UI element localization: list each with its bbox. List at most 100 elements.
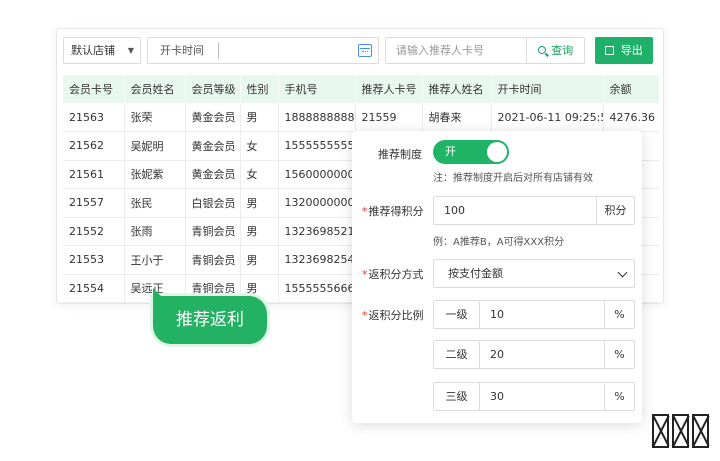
store-select-value: 默认店铺 (71, 44, 115, 57)
table-cell: 男 (239, 245, 278, 275)
table-cell: 18888888888 (277, 103, 355, 132)
col-header: 会员等级 (184, 75, 240, 103)
text-cursor (218, 43, 219, 59)
level-3-ratio-input[interactable] (480, 383, 604, 410)
table-header-row: 会员卡号 会员姓名 会员等级 性别 手机号 推荐人卡号 推荐人姓名 开卡时间 余… (63, 75, 659, 103)
export-button[interactable]: 导出 (595, 37, 653, 64)
table-cell: 13200000000 (277, 188, 355, 218)
referral-points-input[interactable] (434, 197, 594, 224)
table-cell: 13236985214 (277, 217, 355, 246)
referral-points-label-text: 推荐得积分 (368, 205, 424, 218)
table-cell: 张妮紫 (123, 160, 185, 189)
required-asterisk: * (362, 205, 368, 218)
table-cell: 黄金会员 (184, 160, 240, 189)
col-header: 推荐人姓名 (421, 75, 491, 103)
referrer-card-input[interactable] (386, 38, 526, 63)
table-cell: 白银会员 (184, 188, 240, 218)
search-icon (537, 46, 546, 54)
table-cell: 21557 (63, 188, 124, 218)
level-3-ratio-field: 三级 % (433, 382, 635, 411)
referral-points-example: 例：A推荐B，A可得XXX积分 (433, 237, 565, 248)
search-button[interactable]: 查询 (526, 38, 584, 63)
table-cell: 张民 (123, 188, 185, 218)
table-cell: 15555556666 (277, 274, 355, 303)
referral-points-label: *推荐得积分 (362, 203, 424, 219)
col-header: 会员姓名 (123, 75, 185, 103)
referral-system-label: 推荐制度 (378, 148, 422, 161)
return-method-value: 按支付金额 (448, 267, 503, 280)
open-date-range-field[interactable]: 开卡时间 (147, 37, 379, 64)
caret-down-icon: ▼ (127, 46, 134, 55)
table-cell: 胡春来 (421, 103, 491, 132)
return-ratio-label-text: 返积分比例 (368, 309, 424, 322)
table-cell: 男 (239, 103, 278, 132)
level-1-ratio-field: 一级 % (433, 300, 635, 329)
missing-glyph-icon (652, 414, 669, 448)
table-cell: 男 (239, 188, 278, 218)
table-cell: 15600000000 (277, 160, 355, 189)
table-cell: 21554 (63, 274, 124, 303)
table-cell: 黄金会员 (184, 131, 240, 161)
table-cell: 21559 (354, 103, 422, 132)
return-ratio-label: *返积分比例 (362, 307, 424, 323)
export-icon (605, 46, 615, 55)
referral-system-note: 注：推荐制度开启后对所有店铺有效 (433, 173, 593, 184)
points-unit-addon: 积分 (596, 197, 634, 224)
level-1-ratio-input[interactable] (480, 301, 604, 328)
calendar-icon[interactable] (358, 44, 372, 57)
level-1-unit-addon: % (604, 301, 634, 328)
table-cell: 15555555555 (277, 131, 355, 161)
toggle-knob (487, 142, 507, 162)
table-cell: 21553 (63, 245, 124, 275)
date-field-label: 开卡时间 (160, 44, 204, 57)
export-button-label: 导出 (620, 44, 643, 57)
toggle-state-label: 开 (445, 145, 456, 158)
required-asterisk: * (362, 268, 368, 281)
table-cell: 王小于 (123, 245, 185, 275)
col-header: 余额 (602, 75, 659, 103)
table-cell: 21561 (63, 160, 124, 189)
chevron-down-icon (617, 267, 628, 278)
return-method-label: *返积分方式 (362, 266, 424, 282)
table-cell: 黄金会员 (184, 103, 240, 132)
table-cell: 2021-06-11 09:25:50 (490, 103, 603, 132)
level-2-addon: 二级 (434, 341, 480, 368)
return-method-select[interactable]: 按支付金额 (433, 259, 635, 288)
table-cell: 女 (239, 160, 278, 189)
table-cell: 青铜会员 (184, 217, 240, 246)
table-cell: 吴妮明 (123, 131, 185, 161)
store-select[interactable]: 默认店铺 ▼ (63, 37, 141, 64)
table-cell: 13236982541 (277, 245, 355, 275)
col-header: 会员卡号 (63, 75, 124, 103)
return-method-label-text: 返积分方式 (368, 268, 424, 281)
col-header: 开卡时间 (490, 75, 603, 103)
missing-glyph-marks (652, 414, 709, 450)
referral-rebate-callout: 推荐返利 (153, 288, 267, 344)
level-2-ratio-field: 二级 % (433, 340, 635, 369)
callout-text: 推荐返利 (176, 310, 244, 330)
referral-settings-panel: 推荐制度 开 注：推荐制度开启后对所有店铺有效 *推荐得积分 积分 例：A推荐B… (352, 131, 642, 423)
table-cell: 21563 (63, 103, 124, 132)
col-header: 推荐人卡号 (354, 75, 422, 103)
table-cell: 男 (239, 217, 278, 246)
missing-glyph-icon (672, 414, 689, 448)
level-3-addon: 三级 (434, 383, 480, 410)
table-cell: 张雨 (123, 217, 185, 246)
table-row[interactable]: 21563 张荣 黄金会员 男 18888888888 21559 胡春来 20… (63, 103, 659, 132)
referrer-search-field: 查询 (385, 37, 585, 64)
col-header: 手机号 (277, 75, 355, 103)
table-cell: 青铜会员 (184, 245, 240, 275)
referral-points-field: 积分 (433, 196, 635, 225)
level-1-addon: 一级 (434, 301, 480, 328)
level-3-unit-addon: % (604, 383, 634, 410)
level-2-unit-addon: % (604, 341, 634, 368)
col-header: 性别 (239, 75, 278, 103)
missing-glyph-icon (692, 414, 709, 448)
table-cell: 21552 (63, 217, 124, 246)
level-2-ratio-input[interactable] (480, 341, 604, 368)
table-cell: 张荣 (123, 103, 185, 132)
referral-system-toggle[interactable]: 开 (433, 140, 509, 164)
table-cell: 21562 (63, 131, 124, 161)
table-cell: 4276.36 (602, 103, 659, 132)
search-button-label: 查询 (551, 44, 574, 57)
